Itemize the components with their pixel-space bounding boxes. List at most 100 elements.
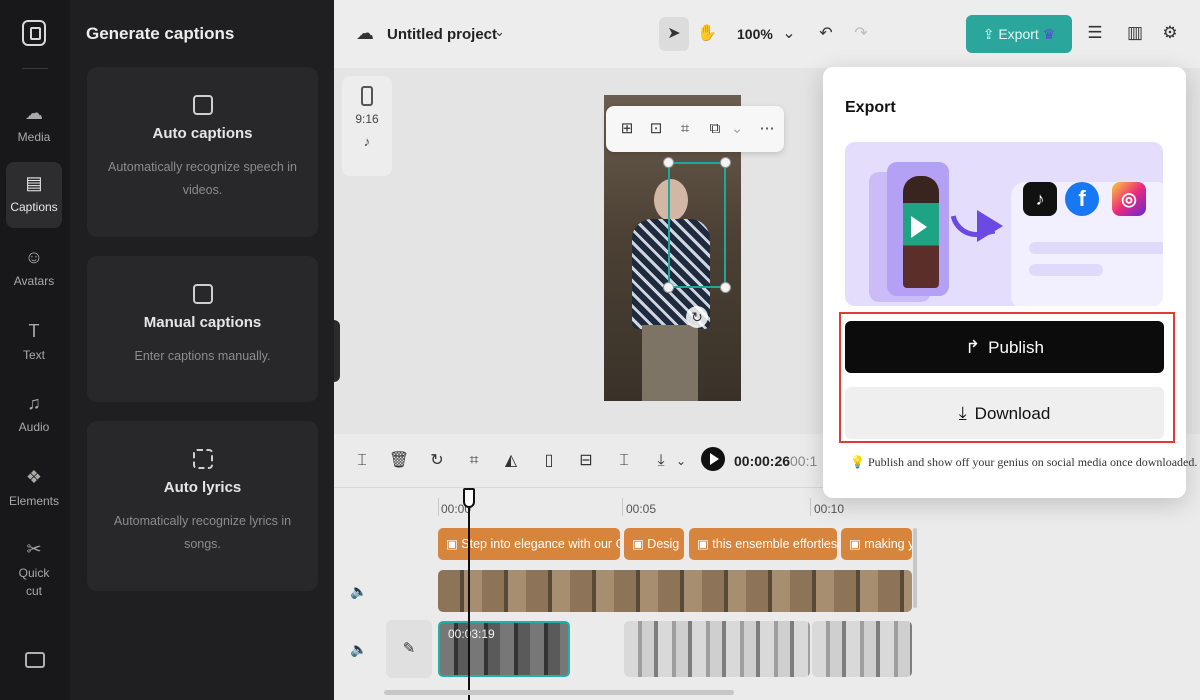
crop-icon[interactable]: ⌗: [674, 118, 696, 140]
rotate-icon[interactable]: ↻: [686, 306, 708, 328]
main-track-clip[interactable]: [812, 621, 912, 677]
tick-label: 00:10: [814, 502, 845, 516]
chevron-down-icon[interactable]: ⌄: [494, 24, 505, 40]
speaker-icon[interactable]: 🔈: [350, 641, 367, 657]
auto-lyrics-card[interactable]: Auto lyrics Automatically recognize lyri…: [87, 421, 318, 591]
subtitle-icon: [192, 284, 213, 304]
rail-item-avatars[interactable]: ☺ Avatars: [6, 236, 62, 302]
download-arrow-icon[interactable]: ⤓: [650, 450, 672, 472]
remove-bg-icon[interactable]: ⊟: [575, 450, 597, 472]
more-icon[interactable]: ⋯: [756, 118, 778, 140]
caption-clip-icon: ▣: [446, 537, 462, 551]
caption-clip[interactable]: ▣ Desig: [624, 528, 684, 560]
rail-item-text[interactable]: T Text: [6, 310, 62, 376]
resize-handle[interactable]: [720, 282, 731, 293]
app-logo-icon[interactable]: [22, 20, 46, 46]
export-note: 💡 Publish and show off your genius on soc…: [850, 455, 1198, 469]
main-track-clip-selected[interactable]: 00:03:19: [438, 621, 570, 677]
panel-toggle-icon[interactable]: ▥: [1124, 22, 1146, 44]
clip-duration: 00:03:19: [448, 627, 495, 641]
video-track-clip[interactable]: [438, 570, 912, 612]
lightbulb-icon: 💡: [850, 455, 865, 469]
instagram-icon: ◎: [1112, 182, 1146, 216]
tiktok-icon: ♪: [1023, 182, 1057, 216]
select-tool-icon[interactable]: ➤: [659, 17, 689, 51]
undo-icon[interactable]: ↶: [811, 17, 841, 51]
trim-icon[interactable]: ⌶: [613, 450, 635, 472]
rail-item-captions[interactable]: ▤ Captions: [6, 162, 62, 228]
elements-icon: ❖: [25, 467, 43, 487]
vertical-scrollbar[interactable]: [913, 528, 917, 608]
caption-clip-icon: ▣: [697, 537, 713, 551]
phone-icon: [361, 86, 373, 106]
share-icon: ↱: [965, 337, 981, 357]
frame-icon[interactable]: ⊡: [645, 118, 667, 140]
project-title[interactable]: Untitled project: [387, 26, 497, 43]
edit-cover-button[interactable]: ✎: [386, 620, 432, 678]
rail-item-media[interactable]: ☁ Media: [6, 92, 62, 158]
panel-collapse-handle[interactable]: [334, 320, 340, 382]
keyboard-shortcuts-icon[interactable]: [25, 652, 45, 668]
time-ruler[interactable]: 00:00 00:05 00:10: [438, 498, 914, 516]
flip-icon[interactable]: ◭: [500, 450, 522, 472]
zoom-level[interactable]: 100%: [737, 26, 773, 42]
scissors-icon: ✂: [26, 539, 42, 559]
download-button[interactable]: ⤓ Download: [845, 387, 1164, 439]
share-arrow-head-icon: [977, 210, 1003, 242]
replace-image-icon[interactable]: ⧉: [704, 118, 726, 140]
tick-line: [810, 498, 811, 516]
current-time: 00:00:26: [734, 453, 791, 469]
cc-icon: [192, 95, 213, 115]
layers-icon[interactable]: ☰: [1084, 22, 1106, 44]
manual-captions-card[interactable]: Manual captions Enter captions manually.: [87, 256, 318, 402]
redo-icon[interactable]: ↷: [846, 17, 876, 51]
rail-item-audio[interactable]: ♫ Audio: [6, 382, 62, 448]
top-bar: ☁ Untitled project ⌄ ➤ ✋ 100% ⌄ ↶ ↷ ⇪ Ex…: [334, 0, 1200, 68]
tick-label: 00:05: [626, 502, 657, 516]
rail-item-quick-cut[interactable]: ✂ Quick cut: [6, 528, 62, 608]
chevron-down-icon[interactable]: ⌄: [726, 118, 748, 140]
avatar-icon: ☺: [24, 247, 44, 267]
resize-handle[interactable]: [663, 282, 674, 293]
freeze-icon[interactable]: ▯: [538, 450, 560, 472]
selection-box[interactable]: [668, 162, 726, 288]
caption-clip[interactable]: ▣ Step into elegance with our G: [438, 528, 620, 560]
captions-icon: ▤: [25, 173, 43, 193]
pencil-icon: ✎: [402, 640, 416, 657]
aspect-ratio-selector[interactable]: 9:16 ♪: [342, 76, 392, 176]
reverse-icon[interactable]: ↻: [426, 450, 448, 472]
export-button[interactable]: ⇪ Export ♛: [966, 15, 1072, 53]
chevron-down-icon[interactable]: ⌄: [670, 450, 692, 472]
resize-handle[interactable]: [720, 157, 731, 168]
delete-icon[interactable]: 🗑: [388, 450, 410, 472]
rail-divider: [22, 68, 48, 69]
caption-clip[interactable]: ▣ making y: [841, 528, 912, 560]
hand-tool-icon[interactable]: ✋: [692, 17, 722, 51]
tick-line: [622, 498, 623, 516]
cloud-save-icon[interactable]: ☁: [356, 24, 376, 42]
playhead-handle[interactable]: [463, 488, 475, 508]
auto-captions-card[interactable]: Auto captions Automatically recognize sp…: [87, 67, 318, 237]
ai-image-icon[interactable]: ⊞: [616, 118, 638, 140]
total-time: 00:1: [790, 453, 818, 469]
main-track-clip[interactable]: [624, 621, 810, 677]
settings-icon[interactable]: ⚙: [1159, 22, 1181, 44]
person-legs: [642, 325, 698, 401]
caption-clip-icon: ▣: [849, 537, 865, 551]
horizontal-scrollbar[interactable]: [384, 690, 734, 695]
caption-clip[interactable]: ▣ this ensemble effortles: [689, 528, 837, 560]
publish-button[interactable]: ↱ Publish: [845, 321, 1164, 373]
speaker-icon[interactable]: 🔈: [350, 583, 367, 599]
playhead[interactable]: [468, 488, 470, 700]
resize-handle[interactable]: [663, 157, 674, 168]
rail-item-elements[interactable]: ❖ Elements: [6, 456, 62, 522]
tiktok-icon: ♪: [363, 134, 371, 149]
music-note-icon: ♫: [27, 393, 41, 413]
split-icon[interactable]: ⌶: [351, 450, 373, 472]
promo-placeholder-line: [1029, 264, 1103, 276]
panel-title: Generate captions: [86, 24, 235, 43]
crop-icon[interactable]: ⌗: [463, 450, 485, 472]
zoom-chevron-icon[interactable]: ⌄: [774, 17, 804, 51]
play-button[interactable]: [701, 447, 725, 471]
cloud-upload-icon: ☁: [25, 103, 43, 123]
